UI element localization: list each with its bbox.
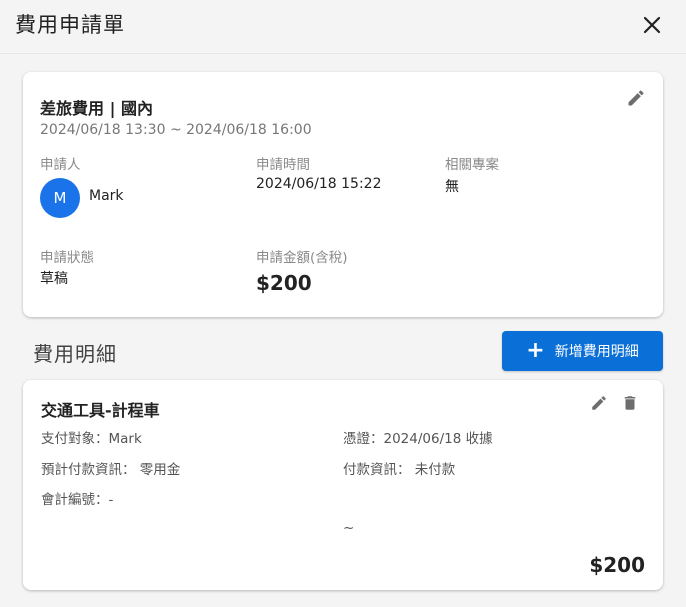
- edit-request-button[interactable]: [623, 85, 649, 111]
- request-title: 差旅費用 | 國內: [40, 99, 153, 118]
- applicant-label: 申請人: [40, 157, 81, 173]
- request-time-value: 2024/06/18 15:22: [256, 176, 382, 192]
- request-time-label: 申請時間: [256, 157, 310, 173]
- applicant-name: Mark: [89, 188, 124, 204]
- expense-item-title: 交通工具-計程車: [41, 401, 160, 420]
- related-project-label: 相關專案: [445, 157, 499, 173]
- edit-expense-item-button[interactable]: [586, 390, 612, 416]
- amount-value: $200: [256, 271, 312, 295]
- expense-item-card[interactable]: 交通工具-計程車 支付對象：Mark 憑證：2024/06/18 收據 預計付款…: [23, 380, 663, 590]
- dialog-header: 費用申請單: [0, 0, 686, 54]
- section-title-expense-details: 費用明細: [33, 342, 117, 366]
- close-icon: [643, 16, 661, 34]
- payee: 支付對象：Mark: [41, 431, 142, 447]
- request-summary-card: 差旅費用 | 國內 2024/06/18 13:30 ~ 2024/06/18 …: [23, 72, 663, 317]
- payment-info: 付款資訊： 未付款: [343, 462, 456, 478]
- dialog-title: 費用申請單: [15, 13, 125, 37]
- pencil-icon: [628, 90, 644, 106]
- amount-label: 申請金額(含稅): [256, 250, 348, 266]
- pencil-icon: [592, 396, 606, 410]
- expense-item-amount: $200: [589, 553, 645, 577]
- plus-icon: +: [526, 338, 545, 363]
- expected-payment-info: 預計付款資訊： 零用金: [41, 462, 181, 478]
- voucher: 憑證：2024/06/18 收據: [343, 431, 493, 447]
- add-expense-detail-button[interactable]: + 新增費用明細: [502, 331, 663, 371]
- accounting-number: 會計編號：-: [41, 492, 114, 508]
- status-label: 申請狀態: [40, 250, 94, 266]
- status-value: 草稿: [40, 271, 68, 287]
- trash-icon: [624, 396, 636, 410]
- close-button[interactable]: [638, 11, 666, 39]
- delete-expense-item-button[interactable]: [617, 390, 643, 416]
- request-period: 2024/06/18 13:30 ~ 2024/06/18 16:00: [40, 122, 312, 138]
- related-project-value: 無: [445, 179, 459, 195]
- avatar: M: [40, 178, 80, 218]
- add-expense-detail-label: 新增費用明細: [554, 344, 639, 360]
- date-range: ~: [343, 520, 355, 536]
